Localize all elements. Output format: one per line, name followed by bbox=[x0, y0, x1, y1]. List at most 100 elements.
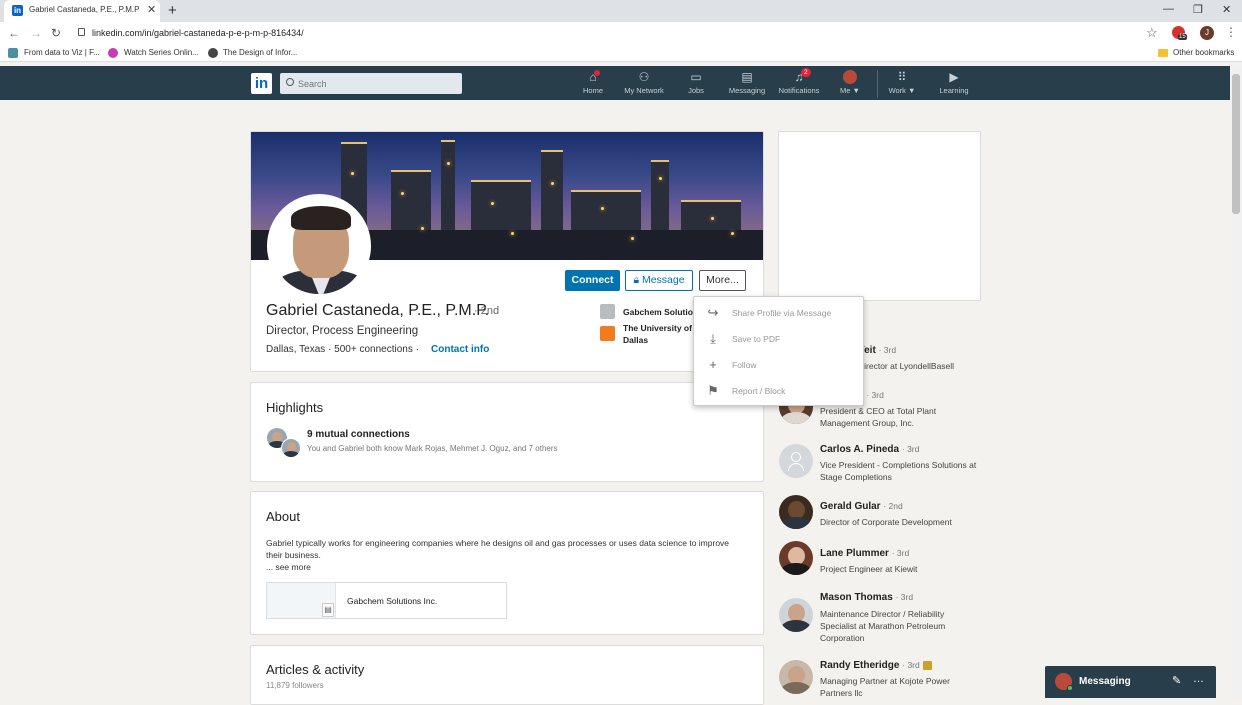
bookmark-item[interactable]: From data to Viz | F... bbox=[24, 48, 100, 57]
person-title: Director at LyondellBasell bbox=[858, 361, 955, 371]
lock-icon bbox=[78, 28, 85, 36]
company-name[interactable]: Gabchem Solutio bbox=[623, 306, 693, 318]
person-title: Managing Partner at Kojote Power Partner… bbox=[820, 676, 950, 698]
nav-me[interactable]: Me ▼ bbox=[836, 70, 864, 100]
minimize-icon[interactable]: — bbox=[1163, 3, 1174, 15]
person-title: Vice President - Completions Solutions a… bbox=[820, 460, 977, 482]
school-name[interactable]: The University of Dallas bbox=[623, 322, 693, 346]
person-name[interactable]: Randy Etheridge · 3rd bbox=[820, 660, 932, 671]
search-icon bbox=[286, 78, 294, 86]
profile-headline: Director, Process Engineering bbox=[266, 325, 419, 337]
play-icon: ▶ bbox=[949, 70, 959, 84]
home-icon: ⌂ bbox=[578, 70, 608, 84]
bookmark-play-icon bbox=[108, 48, 118, 58]
bookmark-globe-icon bbox=[208, 48, 218, 58]
person-avatar[interactable] bbox=[779, 598, 813, 632]
chrome-menu-icon[interactable]: ⋮ bbox=[1225, 25, 1237, 39]
person-name[interactable]: Lane Plummer · 3rd bbox=[820, 548, 909, 559]
close-tab-icon[interactable]: ✕ bbox=[147, 3, 156, 16]
folder-icon bbox=[1158, 49, 1168, 57]
school-logo-icon[interactable] bbox=[600, 326, 615, 341]
restore-icon[interactable]: ❐ bbox=[1193, 3, 1203, 16]
person-title: President & CEO at Total Plant Managemen… bbox=[820, 406, 937, 428]
profile-name: Gabriel Castaneda, P.E., P.M.P. bbox=[266, 302, 490, 319]
ad-box[interactable] bbox=[778, 131, 981, 301]
menu-item-report-block[interactable]: ⚑ Report / Block bbox=[694, 378, 865, 404]
lock-icon: 🔒︎ bbox=[633, 274, 642, 286]
person-title: Director of Corporate Development bbox=[820, 517, 952, 527]
menu-item-follow[interactable]: + Follow bbox=[694, 352, 865, 378]
nav-work[interactable]: ⠿ Work ▼ bbox=[885, 70, 919, 100]
chat-icon: ▤ bbox=[741, 70, 753, 84]
url-text[interactable]: linkedin.com/in/gabriel-castaneda-p-e-p-… bbox=[92, 28, 304, 38]
profile-photo[interactable] bbox=[267, 194, 371, 298]
briefcase-icon: ▭ bbox=[690, 70, 702, 84]
bookmark-star-icon[interactable]: ☆ bbox=[1146, 25, 1158, 41]
forward-icon[interactable]: → bbox=[30, 26, 42, 40]
followers-count: 11,879 followers bbox=[266, 681, 324, 690]
nav-divider bbox=[877, 70, 878, 98]
menu-item-share-profile[interactable]: ↪ Share Profile via Message bbox=[694, 300, 865, 326]
nav-my-network[interactable]: ⚇ My Network bbox=[621, 70, 667, 100]
connect-button[interactable]: Connect bbox=[565, 270, 620, 291]
person-name[interactable]: Gerald Gular · 2nd bbox=[820, 501, 903, 512]
more-button[interactable]: More... bbox=[699, 270, 746, 291]
media-attachment[interactable]: ▤ Gabchem Solutions Inc. bbox=[266, 582, 507, 619]
extension-badge: 15 bbox=[1178, 34, 1187, 40]
online-status-icon bbox=[1067, 685, 1073, 691]
tab-title: Gabriel Castaneda, P.E., P.M.P. | L bbox=[29, 5, 139, 14]
about-text: Gabriel typically works for engineering … bbox=[266, 538, 730, 560]
omnibox[interactable]: linkedin.com/in/gabriel-castaneda-p-e-p-… bbox=[70, 25, 1160, 42]
browser-tab[interactable]: in Gabriel Castaneda, P.E., P.M.P. | L ✕ bbox=[4, 0, 160, 22]
person-avatar[interactable] bbox=[779, 660, 813, 694]
messaging-label: Messaging bbox=[1079, 676, 1131, 687]
nav-jobs[interactable]: ▭ Jobs bbox=[683, 70, 709, 100]
person-name[interactable]: Carlos A. Pineda · 3rd bbox=[820, 444, 919, 455]
see-more-link[interactable]: ... see more bbox=[266, 562, 311, 572]
bell-icon: ♫ 2 bbox=[776, 68, 822, 84]
back-icon[interactable]: ← bbox=[8, 26, 20, 40]
close-window-icon[interactable]: ✕ bbox=[1222, 3, 1231, 16]
bookmarks-bar: From data to Viz | F... Watch Series Onl… bbox=[0, 44, 1242, 62]
scrollbar-thumb[interactable] bbox=[1232, 74, 1240, 214]
contact-info-link[interactable]: Contact info bbox=[431, 344, 489, 355]
search-input[interactable] bbox=[298, 75, 458, 92]
compose-icon[interactable]: ✎ bbox=[1172, 674, 1181, 687]
flag-icon: ⚑ bbox=[707, 383, 719, 398]
menu-item-save-pdf[interactable]: ⤓ Save to PDF bbox=[694, 326, 865, 352]
highlights-title: Highlights bbox=[266, 400, 324, 415]
about-title: About bbox=[266, 509, 300, 524]
person-avatar[interactable] bbox=[779, 541, 813, 575]
person-title: Maintenance Director / Reliability Speci… bbox=[820, 609, 946, 643]
linkedin-favicon-icon: in bbox=[12, 5, 23, 16]
page-scrollbar[interactable] bbox=[1230, 66, 1242, 698]
mutual-connections-link[interactable]: 9 mutual connections bbox=[307, 429, 410, 440]
company-logo-icon[interactable] bbox=[600, 304, 615, 319]
me-avatar bbox=[836, 70, 864, 84]
mutual-avatar bbox=[281, 438, 301, 458]
nav-messaging[interactable]: ▤ Messaging bbox=[727, 70, 767, 100]
linkedin-navbar bbox=[0, 66, 1230, 100]
reload-icon[interactable]: ↻ bbox=[51, 26, 61, 40]
nav-learning[interactable]: ▶ Learning bbox=[937, 70, 971, 100]
share-icon: ↪ bbox=[707, 305, 719, 320]
media-title: Gabchem Solutions Inc. bbox=[347, 596, 438, 606]
nav-home[interactable]: ⌂ Home bbox=[578, 70, 608, 100]
message-button[interactable]: 🔒︎ Message bbox=[625, 270, 693, 291]
bookmark-item[interactable]: Watch Series Onlin... bbox=[124, 48, 199, 57]
nav-notifications[interactable]: ♫ 2 Notifications bbox=[776, 68, 822, 100]
other-bookmarks[interactable]: Other bookmarks bbox=[1173, 48, 1234, 57]
person-avatar[interactable] bbox=[779, 495, 813, 529]
search-box[interactable] bbox=[280, 73, 462, 94]
grid-icon: ⠿ bbox=[897, 70, 907, 84]
person-name[interactable]: Mason Thomas · 3rd bbox=[820, 592, 913, 603]
bookmark-item[interactable]: The Design of Infor... bbox=[223, 48, 297, 57]
linkedin-logo-icon[interactable]: in bbox=[251, 73, 272, 94]
new-tab-button[interactable]: + bbox=[168, 2, 177, 19]
browser-tab-bar: in Gabriel Castaneda, P.E., P.M.P. | L ✕… bbox=[0, 0, 1242, 22]
more-dropdown-menu: ↪ Share Profile via Message ⤓ Save to PD… bbox=[693, 296, 864, 406]
overflow-menu-icon[interactable]: … bbox=[1193, 673, 1204, 685]
default-avatar-icon[interactable] bbox=[779, 444, 813, 478]
profile-avatar[interactable]: J bbox=[1200, 26, 1214, 40]
messaging-overlay-bar[interactable]: Messaging ✎ … bbox=[1045, 666, 1216, 698]
